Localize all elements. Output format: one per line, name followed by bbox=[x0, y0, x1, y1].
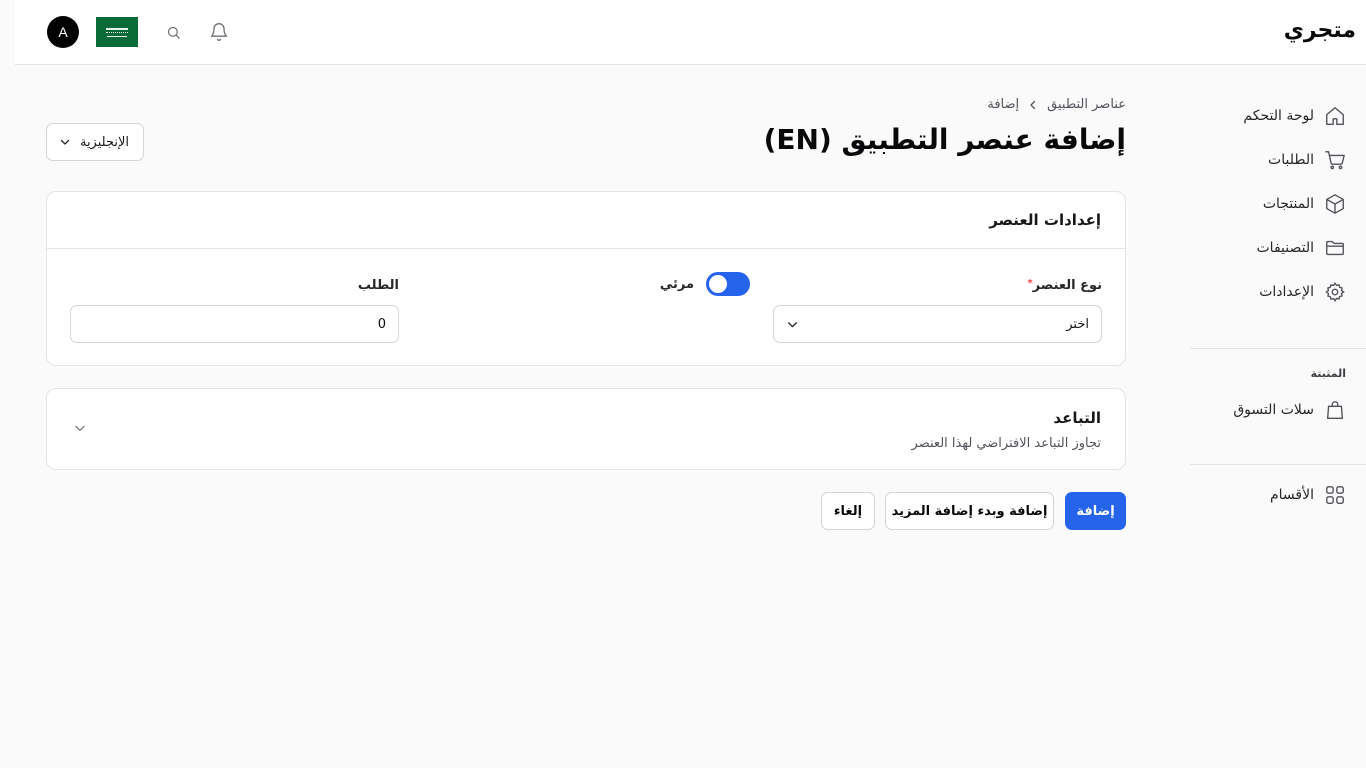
chevron-down-icon bbox=[60, 139, 70, 145]
notifications-button[interactable] bbox=[207, 20, 231, 44]
toggle-knob bbox=[709, 275, 727, 293]
item-settings-card: إعدادات العنصر نوع العنصر* اختر مرئي الط… bbox=[46, 191, 1126, 366]
chevron-down-icon bbox=[788, 321, 797, 327]
sidebar: لوحة التحكم الطلبات المنتجات التصنيفات ا… bbox=[1190, 65, 1366, 768]
flag-sword bbox=[107, 35, 127, 37]
shopping-bag-icon bbox=[1326, 401, 1344, 419]
sidebar-divider bbox=[1190, 348, 1366, 349]
item-type-label: نوع العنصر* bbox=[1027, 278, 1102, 293]
sidebar-item-products[interactable]: المنتجات bbox=[1196, 189, 1346, 219]
breadcrumb-current: إضافة bbox=[987, 97, 1020, 112]
user-avatar[interactable]: A bbox=[47, 16, 79, 48]
sidebar-item-label: المنتجات bbox=[1262, 196, 1314, 212]
bell-icon bbox=[210, 23, 228, 41]
sidebar-item-orders[interactable]: الطلبات bbox=[1196, 145, 1346, 175]
sidebar-item-carts[interactable]: سلات التسوق bbox=[1196, 395, 1346, 425]
item-type-select[interactable]: اختر bbox=[773, 305, 1102, 343]
brand-logo[interactable]: متجري bbox=[1284, 18, 1356, 43]
home-icon bbox=[1326, 107, 1344, 125]
card-title: إعدادات العنصر bbox=[47, 192, 1125, 249]
search-button[interactable] bbox=[161, 20, 185, 44]
order-label: الطلب bbox=[357, 278, 399, 293]
sidebar-item-sections[interactable]: الأقسام bbox=[1196, 480, 1346, 510]
box-icon bbox=[1326, 194, 1344, 214]
chevron-left-icon bbox=[1030, 100, 1036, 109]
breadcrumb-parent-link[interactable]: عناصر التطبيق bbox=[1047, 97, 1126, 112]
saudi-flag-icon[interactable] bbox=[96, 17, 138, 47]
cart-icon bbox=[1325, 151, 1345, 170]
top-bar: متجري A bbox=[15, 0, 1366, 65]
item-type-select-value: اختر bbox=[1066, 316, 1089, 332]
breadcrumb: عناصر التطبيق إضافة bbox=[987, 97, 1126, 112]
spacing-card[interactable]: التباعد تجاوز التباعد الافتراضي لهذا الع… bbox=[46, 388, 1126, 470]
sidebar-item-categories[interactable]: التصنيفات bbox=[1196, 233, 1346, 263]
search-icon bbox=[167, 26, 180, 39]
pinned-section-title: المثبتة bbox=[1310, 367, 1346, 380]
sidebar-item-label: الأقسام bbox=[1270, 487, 1314, 503]
language-select-value: الإنجليزية bbox=[79, 134, 129, 150]
item-type-label-text: نوع العنصر bbox=[1032, 278, 1102, 293]
spacing-description: تجاوز التباعد الافتراضي لهذا العنصر bbox=[911, 436, 1101, 451]
cancel-button[interactable]: إلغاء bbox=[821, 492, 875, 530]
add-and-continue-button[interactable]: إضافة وبدء إضافة المزيد bbox=[885, 492, 1054, 530]
spacing-title: التباعد bbox=[1053, 409, 1101, 427]
chevron-down-icon[interactable] bbox=[73, 421, 87, 435]
grid-icon bbox=[1326, 486, 1344, 504]
sidebar-item-label: الطلبات bbox=[1268, 152, 1314, 168]
language-select[interactable]: الإنجليزية bbox=[46, 123, 144, 161]
order-input[interactable] bbox=[70, 305, 399, 343]
visible-toggle-row: مرئي bbox=[660, 272, 750, 296]
sidebar-item-dashboard[interactable]: لوحة التحكم bbox=[1196, 101, 1346, 131]
sidebar-item-label: الإعدادات bbox=[1259, 284, 1314, 300]
visible-label: مرئي bbox=[659, 276, 694, 292]
sidebar-item-label: سلات التسوق bbox=[1233, 402, 1314, 418]
folder-icon bbox=[1326, 240, 1344, 256]
gear-icon bbox=[1325, 282, 1345, 302]
visible-toggle[interactable] bbox=[706, 272, 750, 296]
sidebar-divider bbox=[1190, 464, 1366, 465]
sidebar-item-label: التصنيفات bbox=[1256, 240, 1315, 256]
sidebar-item-label: لوحة التحكم bbox=[1243, 108, 1314, 124]
page-title: إضافة عنصر التطبيق (EN) bbox=[763, 123, 1126, 156]
flag-script bbox=[106, 27, 128, 33]
sidebar-item-settings[interactable]: الإعدادات bbox=[1196, 277, 1346, 307]
add-button[interactable]: إضافة bbox=[1065, 492, 1126, 530]
